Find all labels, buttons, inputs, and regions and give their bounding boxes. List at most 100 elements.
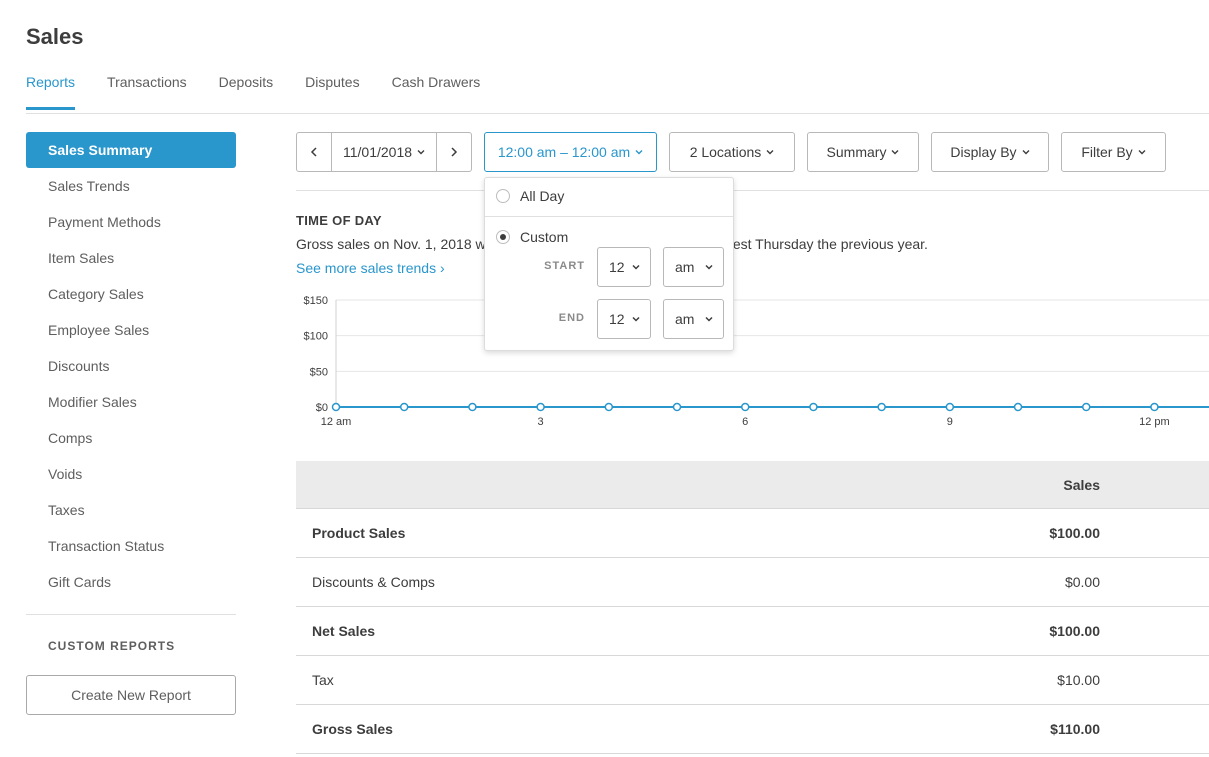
section-title: TIME OF DAY <box>296 213 382 228</box>
locations-label: 2 Locations <box>689 144 762 160</box>
data-point <box>740 402 750 412</box>
time-of-day-chart-svg: $150 $100 $50 $0 12 am 3 6 9 12 pm <box>304 295 1209 428</box>
sidebar-item-comps[interactable]: Comps <box>26 420 236 456</box>
tab-reports[interactable]: Reports <box>26 74 76 110</box>
section-description-start: Gross sales on Nov. 1, 2018 w <box>296 236 486 252</box>
all-day-option[interactable]: All Day <box>496 188 564 204</box>
tab-transactions[interactable]: Transactions <box>107 74 187 110</box>
x-tick-label: 6 <box>742 416 748 428</box>
sidebar-item-transaction-status[interactable]: Transaction Status <box>26 528 236 564</box>
chevron-down-icon <box>635 150 643 155</box>
row-value: $110.00 <box>1050 721 1100 737</box>
date-picker-button[interactable]: 11/01/2018 <box>331 132 437 172</box>
row-label: Net Sales <box>312 623 376 639</box>
row-value: $100.00 <box>1049 525 1100 541</box>
toolbar-divider <box>296 190 1209 191</box>
tab-disputes[interactable]: Disputes <box>305 74 359 110</box>
see-more-sales-trends-link[interactable]: See more sales trends › <box>296 260 445 276</box>
sidebar-item-sales-trends[interactable]: Sales Trends <box>26 168 236 204</box>
end-period-value: am <box>675 311 695 327</box>
page-title: Sales <box>26 24 84 49</box>
sidebar-item-category-sales[interactable]: Category Sales <box>26 276 236 312</box>
sidebar-divider <box>26 614 236 615</box>
end-period-select[interactable]: am <box>663 299 724 339</box>
data-point <box>468 402 477 412</box>
sidebar-item-item-sales[interactable]: Item Sales <box>26 240 236 276</box>
dropdown-divider <box>485 216 733 217</box>
data-point <box>604 402 614 412</box>
sidebar-item-payment-methods[interactable]: Payment Methods <box>26 204 236 240</box>
sidebar-item-employee-sales[interactable]: Employee Sales <box>26 312 236 348</box>
display-by-button[interactable]: Display By <box>931 132 1049 172</box>
sidebar-item-voids[interactable]: Voids <box>26 456 236 492</box>
create-new-report-button[interactable]: Create New Report <box>26 675 236 715</box>
row-label: Product Sales <box>312 525 406 541</box>
end-label: END <box>558 312 585 324</box>
tabs-divider <box>26 113 1209 114</box>
row-value: $0.00 <box>1064 574 1100 590</box>
chevron-down-icon <box>417 150 425 155</box>
custom-reports-heading: CUSTOM REPORTS <box>48 639 176 653</box>
data-point <box>672 402 682 412</box>
next-date-button[interactable] <box>436 132 472 172</box>
chevron-left-icon <box>310 147 317 157</box>
table-row: Product Sales $100.00 <box>296 509 1209 558</box>
start-hour-select[interactable]: 12 <box>597 247 651 287</box>
end-hour-select[interactable]: 12 <box>597 299 651 339</box>
tab-deposits[interactable]: Deposits <box>219 74 273 110</box>
custom-option[interactable]: Custom <box>496 229 568 245</box>
y-tick-label: $100 <box>304 331 328 343</box>
time-range-label: 12:00 am – 12:00 am <box>497 144 631 160</box>
start-label: START <box>544 260 585 272</box>
end-hour-value: 12 <box>609 311 625 327</box>
table-row: Net Sales $100.00 <box>296 607 1209 656</box>
sidebar-item-sales-summary[interactable]: Sales Summary <box>26 132 236 168</box>
data-point <box>945 402 955 412</box>
custom-radio[interactable] <box>496 230 510 244</box>
chevron-down-icon <box>766 150 774 155</box>
chevron-down-icon <box>1022 150 1030 155</box>
sidebar-item-gift-cards[interactable]: Gift Cards <box>26 564 236 600</box>
chevron-down-icon <box>705 264 713 270</box>
sales-summary-table: Sales Product Sales $100.00 Discounts & … <box>296 461 1209 754</box>
filter-by-label: Filter By <box>1081 144 1133 160</box>
time-of-day-chart: $150 $100 $50 $0 12 am 3 6 9 12 pm <box>296 290 1209 440</box>
row-value: $100.00 <box>1049 623 1100 639</box>
top-tabs: Reports Transactions Deposits Disputes C… <box>26 74 480 110</box>
data-point <box>1150 402 1159 412</box>
row-label: Gross Sales <box>312 721 393 737</box>
row-label: Tax <box>312 672 334 688</box>
y-tick-label: $50 <box>310 366 328 378</box>
x-tick-label: 3 <box>538 416 544 428</box>
locations-button[interactable]: 2 Locations <box>669 132 795 172</box>
tab-cash-drawers[interactable]: Cash Drawers <box>392 74 481 110</box>
filter-by-button[interactable]: Filter By <box>1061 132 1166 172</box>
summary-button[interactable]: Summary <box>807 132 919 172</box>
sidebar-item-taxes[interactable]: Taxes <box>26 492 236 528</box>
table-row: Gross Sales $110.00 <box>296 705 1209 754</box>
column-header-sales: Sales <box>1063 476 1100 493</box>
time-range-button[interactable]: 12:00 am – 12:00 am <box>484 132 657 172</box>
chevron-down-icon <box>705 316 713 322</box>
start-period-select[interactable]: am <box>663 247 724 287</box>
table-row: Tax $10.00 <box>296 656 1209 705</box>
data-point <box>536 402 545 412</box>
data-point <box>877 402 886 412</box>
sidebar: Sales Summary Sales Trends Payment Metho… <box>26 132 236 715</box>
start-hour-value: 12 <box>609 259 625 275</box>
summary-label: Summary <box>826 144 887 160</box>
chevron-down-icon <box>632 316 640 322</box>
sidebar-item-modifier-sales[interactable]: Modifier Sales <box>26 384 236 420</box>
chevron-down-icon <box>1138 150 1146 155</box>
custom-label: Custom <box>520 229 569 245</box>
chevron-down-icon <box>891 150 899 155</box>
sidebar-item-discounts[interactable]: Discounts <box>26 348 236 384</box>
x-tick-label: 12 am <box>321 416 352 428</box>
table-row: Discounts & Comps $0.00 <box>296 558 1209 607</box>
display-by-label: Display By <box>950 144 1017 160</box>
start-period-value: am <box>675 259 695 275</box>
data-point <box>331 402 341 412</box>
all-day-radio[interactable] <box>496 189 510 203</box>
previous-date-button[interactable] <box>296 132 332 172</box>
row-value: $10.00 <box>1057 672 1100 688</box>
